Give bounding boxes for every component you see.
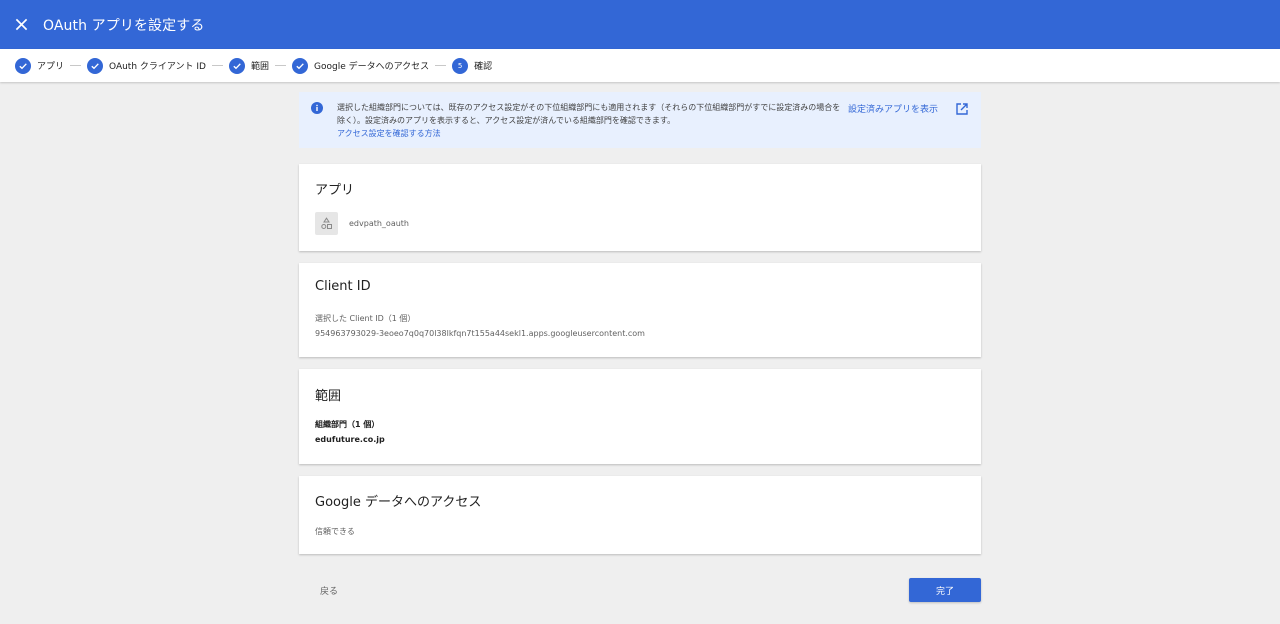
client-id-card: Client ID 選択した Client ID（1 個） 9549637930… <box>299 263 981 357</box>
access-level-value: 信頼できる <box>315 527 355 536</box>
done-button[interactable]: 完了 <box>909 578 981 602</box>
step-oauth-client-id[interactable]: OAuth クライアント ID <box>87 57 206 74</box>
check-icon <box>292 57 308 74</box>
app-card: アプリ edvpath_oauth <box>299 164 981 251</box>
top-app-bar: OAuth アプリを設定する <box>0 0 1280 49</box>
back-button[interactable]: 戻る <box>309 580 349 600</box>
step-label: Google データへのアクセス <box>314 62 430 72</box>
check-icon <box>15 57 31 74</box>
client-id-value: 954963793029-3eoeo7q0q70l38lkfqn7t155a44… <box>315 329 645 338</box>
open-in-new-icon[interactable] <box>955 102 969 116</box>
step-data-access[interactable]: Google データへのアクセス <box>292 57 430 74</box>
check-icon <box>87 57 104 74</box>
client-id-count-label: 選択した Client ID（1 個） <box>315 314 416 323</box>
data-access-card: Google データへのアクセス 信頼できる <box>299 476 981 554</box>
info-icon <box>311 102 323 114</box>
stepper: アプリ OAuth クライアント ID 範囲 Google データへのアクセス … <box>0 49 1280 82</box>
step-label: 確認 <box>474 62 493 72</box>
info-notice: 選択した組織部門については、既存のアクセス設定がその下位組織部門にも適用されます… <box>299 92 981 148</box>
card-title: アプリ <box>315 183 355 198</box>
org-unit-count-label: 組織部門（1 個） <box>315 420 380 429</box>
view-configured-apps-link[interactable]: 設定済みアプリを表示 <box>848 102 938 115</box>
app-name: edvpath_oauth <box>349 219 409 228</box>
card-title: 範囲 <box>315 389 342 404</box>
page-title: OAuth アプリを設定する <box>43 17 205 34</box>
org-unit-value: edufuture.co.jp <box>315 435 385 444</box>
step-scope[interactable]: 範囲 <box>228 57 269 74</box>
step-divider <box>275 65 286 66</box>
step-number-badge: 5 <box>452 57 469 74</box>
notice-text: 選択した組織部門については、既存のアクセス設定がその下位組織部門にも適用されます… <box>337 103 841 125</box>
close-button[interactable] <box>0 0 42 49</box>
step-confirm[interactable]: 5 確認 <box>452 57 493 74</box>
step-label: アプリ <box>37 62 65 72</box>
step-divider <box>211 65 223 66</box>
step-label: OAuth クライアント ID <box>109 62 206 72</box>
scope-card: 範囲 組織部門（1 個） edufuture.co.jp <box>299 369 981 464</box>
close-icon <box>15 18 27 31</box>
app-shapes-icon <box>315 212 338 235</box>
check-icon <box>228 57 245 74</box>
card-title: Google データへのアクセス <box>315 495 482 510</box>
step-divider <box>435 65 447 66</box>
step-divider <box>70 65 82 66</box>
step-label: 範囲 <box>250 62 269 72</box>
card-title: Client ID <box>315 279 371 294</box>
step-app[interactable]: アプリ <box>15 57 65 74</box>
access-settings-help-link[interactable]: アクセス設定を確認する方法 <box>337 128 441 139</box>
